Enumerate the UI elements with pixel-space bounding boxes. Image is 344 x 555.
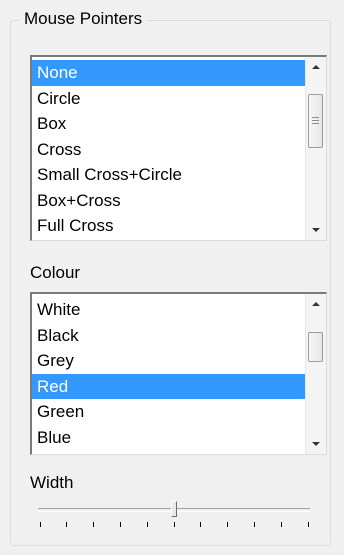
list-item[interactable]: Box+Cross [32,188,305,214]
list-item[interactable]: Grey [32,348,305,374]
arrow-up-icon [312,302,320,306]
mouse-pointers-listbox[interactable]: None Circle Box Cross Small Cross+Circle… [30,55,327,241]
slider-thumb[interactable] [171,501,177,517]
slider-tick [39,522,41,527]
slider-tick [227,522,229,527]
list-item[interactable]: Black [32,323,305,349]
scroll-down-button[interactable] [306,434,326,454]
grip-icon [312,117,319,125]
colour-listbox[interactable]: White Black Grey Red Green Blue [30,292,327,455]
list-item[interactable]: White [32,297,305,323]
arrow-down-icon [312,442,320,446]
list-item[interactable]: Blue [32,425,305,451]
slider-tick [253,522,255,527]
mouse-pointers-items: None Circle Box Cross Small Cross+Circle… [32,60,305,239]
colour-label: Colour [30,263,81,282]
slider-tick [173,522,175,527]
arrow-up-icon [312,65,320,69]
list-item[interactable]: Red [32,373,305,399]
slider-tick [93,522,95,527]
list-item[interactable]: Circle [32,86,305,112]
scroll-up-button[interactable] [306,294,326,314]
slider-tick [146,522,148,527]
arrow-down-icon [312,228,320,232]
mouse-pointers-title: Mouse Pointers [19,8,148,30]
list-item[interactable]: Green [32,399,305,425]
scroll-down-button[interactable] [306,220,326,240]
list-item[interactable]: Small Cross+Circle [32,162,305,188]
list-item[interactable]: None [32,60,305,86]
scrollbar-thumb[interactable] [308,94,323,148]
colour-scrollbar[interactable] [305,294,326,454]
width-label: Width [30,473,74,492]
mouse-pointers-scrollbar[interactable] [305,57,326,240]
list-item[interactable]: Full Cross [32,213,305,239]
scroll-up-button[interactable] [306,57,326,77]
slider-tick [200,522,202,527]
scrollbar-thumb[interactable] [308,332,323,362]
slider-tick [119,522,121,527]
slider-tick [280,522,282,527]
slider-tick [66,522,68,527]
slider-tick [307,522,309,527]
width-slider[interactable] [38,500,310,530]
list-item[interactable]: Box [32,111,305,137]
colour-items: White Black Grey Red Green Blue [32,297,305,450]
list-item[interactable]: Cross [32,137,305,163]
